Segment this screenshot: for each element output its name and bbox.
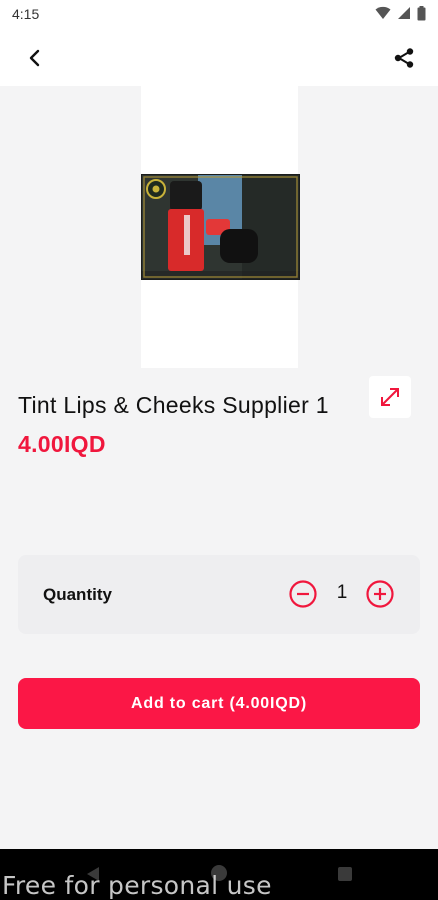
share-icon [394, 48, 414, 68]
decrease-quantity-button[interactable] [288, 579, 318, 609]
battery-icon [417, 6, 426, 21]
increase-quantity-button[interactable] [365, 579, 395, 609]
back-button[interactable] [20, 44, 48, 72]
quantity-value: 1 [336, 582, 348, 603]
signal-icon [398, 7, 410, 19]
share-button[interactable] [390, 44, 418, 72]
quantity-label: Quantity [43, 585, 112, 604]
minus-circle-icon [289, 580, 317, 608]
expand-icon [381, 388, 399, 406]
status-time: 4:15 [12, 6, 40, 22]
status-icons [375, 6, 426, 21]
back-arrow-icon [29, 49, 40, 67]
watermark: Free for personal use [2, 871, 272, 900]
expand-image-button[interactable] [369, 376, 411, 418]
app-bar [0, 28, 438, 86]
product-image[interactable] [141, 174, 300, 280]
product-photo-graphic [142, 175, 299, 279]
product-image-area [0, 86, 438, 418]
nav-recents-icon[interactable] [338, 867, 352, 881]
product-price: 4.00IQD [18, 431, 106, 457]
plus-circle-icon [366, 580, 394, 608]
add-to-cart-button[interactable]: Add to cart (4.00IQD) [18, 678, 420, 729]
wifi-icon [375, 6, 391, 20]
status-bar: 4:15 [0, 0, 438, 28]
product-title: Tint Lips & Cheeks Supplier 1 [18, 392, 329, 418]
quantity-selector: Quantity 1 [18, 555, 420, 634]
